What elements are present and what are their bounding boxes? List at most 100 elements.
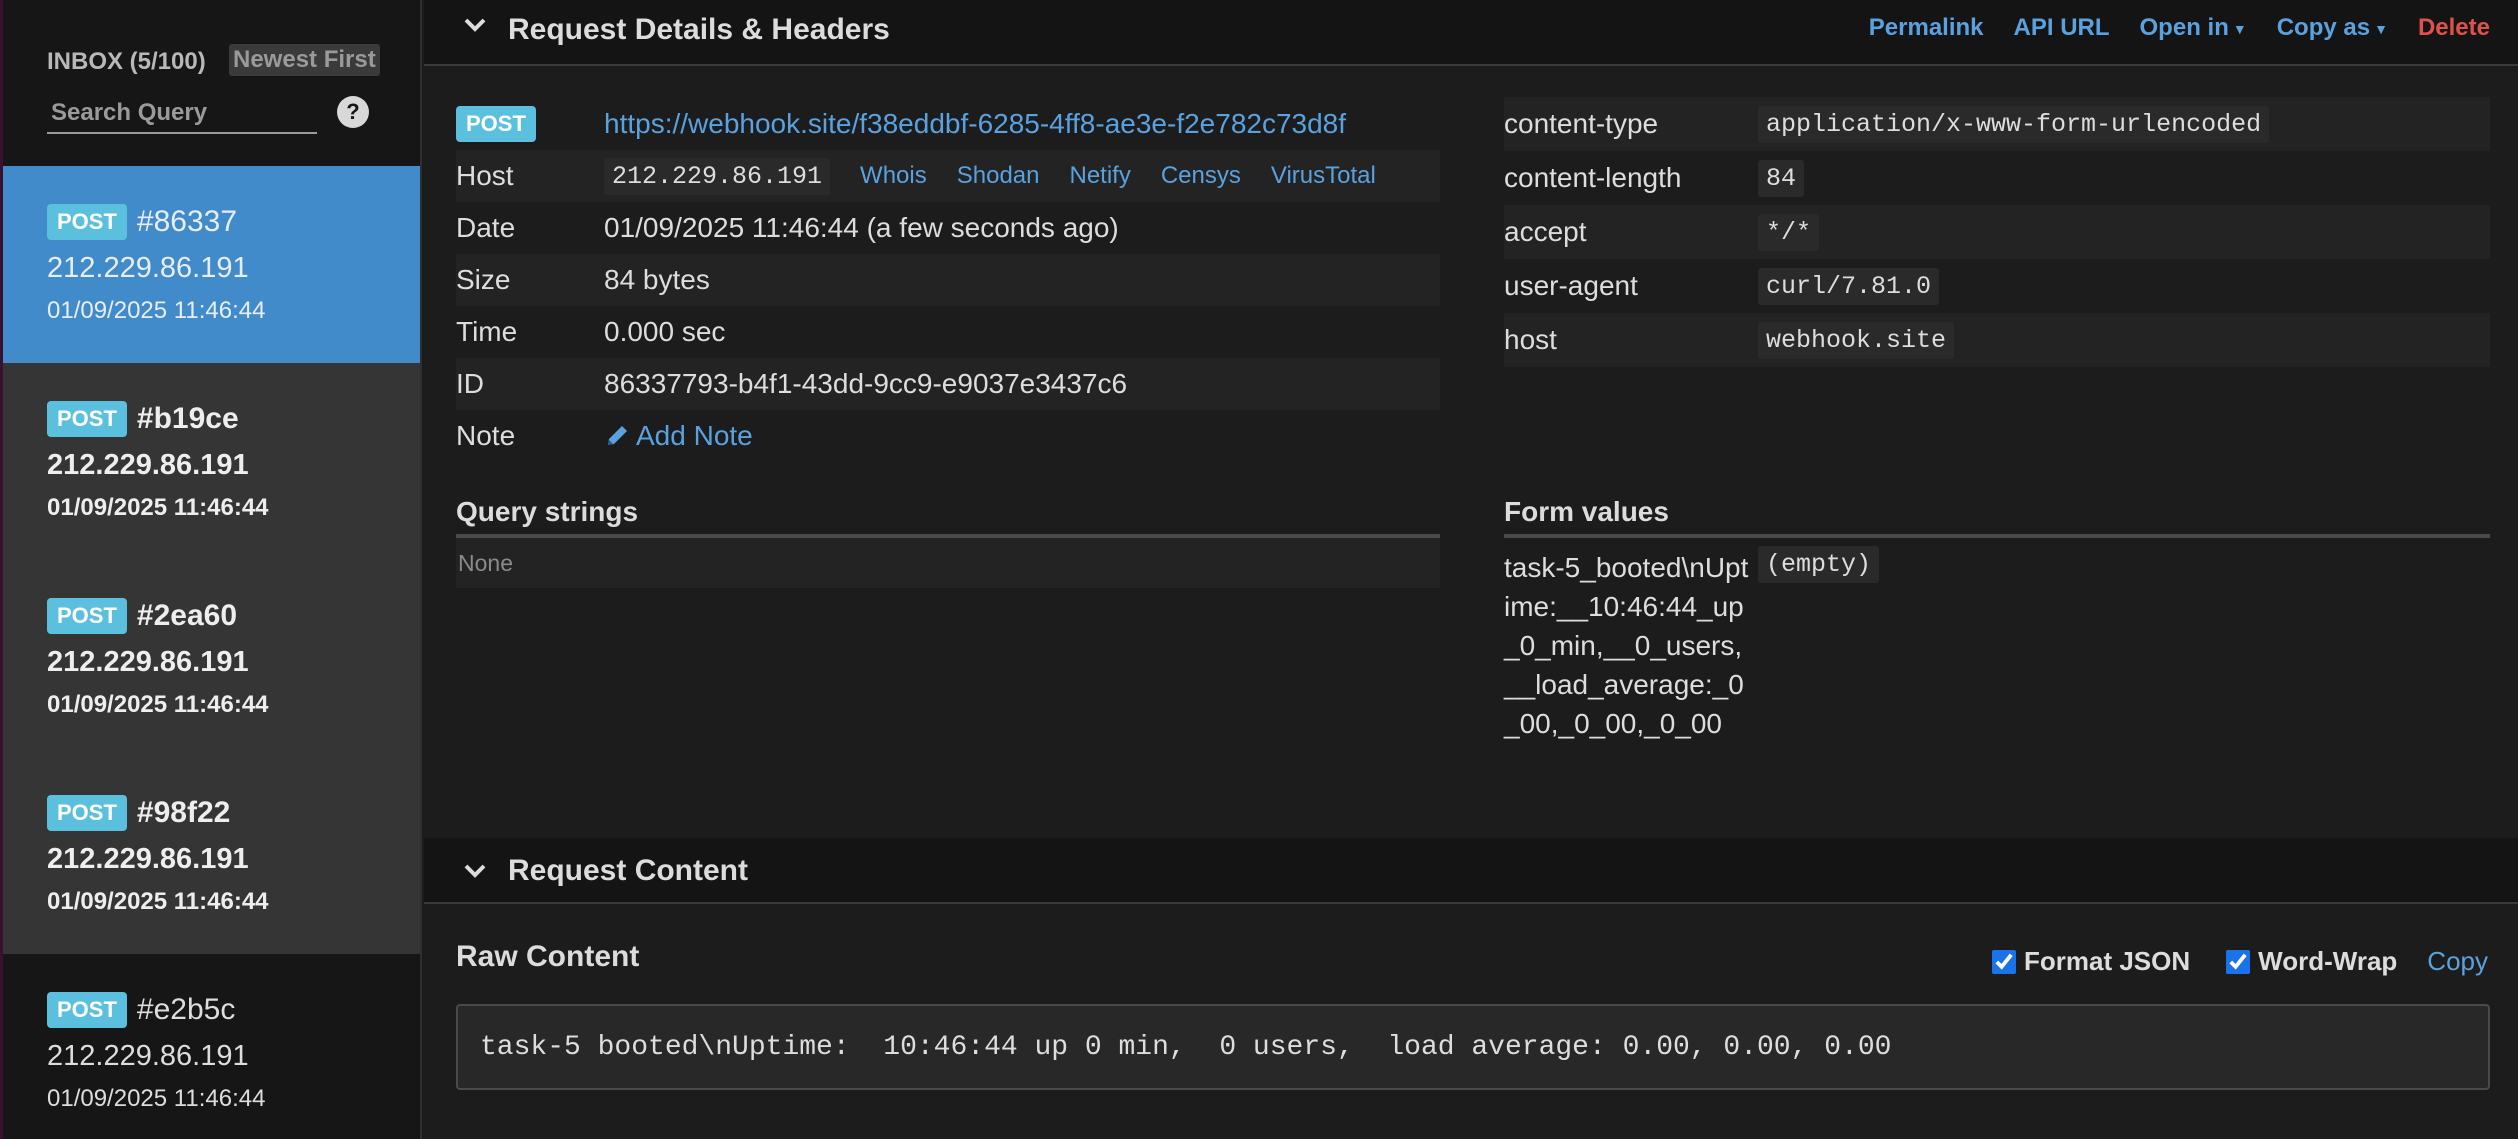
format-json-toggle[interactable]: Format JSON (1992, 946, 2190, 977)
copy-raw-button[interactable]: Copy (2427, 946, 2488, 977)
header-value: application/x-www-form-urlencoded (1758, 105, 2270, 143)
header-value: webhook.site (1758, 321, 1955, 359)
chevron-down-icon (464, 18, 486, 32)
permalink-link[interactable]: Permalink (1869, 14, 1984, 42)
query-strings-section: Query strings None (456, 496, 1440, 588)
date-label: Date (456, 212, 516, 243)
inbox-label: INBOX (5/100) (47, 48, 206, 75)
add-note-label: Add Note (636, 420, 753, 451)
header-row: host webhook.site (1504, 313, 2490, 367)
host-value: 212.229.86.191 (604, 157, 831, 195)
search-input[interactable] (47, 94, 317, 134)
caret-down-icon: ▼ (2232, 20, 2247, 37)
caret-down-icon: ▼ (2374, 20, 2388, 37)
netify-link[interactable]: Netify (1069, 162, 1130, 190)
header-row: user-agent curl/7.81.0 (1504, 259, 2490, 313)
open-in-label: Open in (2139, 14, 2229, 41)
add-note-button[interactable]: Add Note (604, 420, 753, 452)
request-date: 01/09/2025 11:46:44 (47, 1085, 266, 1112)
content-section-header[interactable]: Request Content (424, 838, 2518, 904)
virustotal-link[interactable]: VirusTotal (1271, 162, 1376, 190)
censys-link[interactable]: Censys (1161, 162, 1241, 190)
whois-link[interactable]: Whois (860, 162, 927, 190)
chevron-down-icon (464, 864, 486, 878)
method-badge: POST (47, 401, 127, 437)
header-row: content-type application/x-www-form-urlen… (1504, 97, 2490, 151)
top-actions: Permalink API URL Open in ▼ Copy as ▼ Dele… (1839, 14, 2490, 42)
note-label: Note (456, 420, 516, 451)
copy-as-dropdown[interactable]: Copy as ▼ (2277, 14, 2388, 42)
request-id: #2ea60 (136, 599, 238, 632)
host-label: Host (456, 160, 514, 191)
method-badge: POST (47, 598, 127, 634)
open-in-dropdown[interactable]: Open in ▼ (2140, 14, 2247, 42)
date-row: Date 01/09/2025 11:46:44 (a few seconds … (456, 202, 1440, 254)
size-row: Size 84 bytes (456, 254, 1440, 306)
request-line: POST #86337 (47, 200, 420, 244)
request-date: 01/09/2025 11:46:44 (47, 494, 269, 521)
request-url-link[interactable]: https://webhook.site/f38eddbf-6285-4ff8-… (604, 108, 1346, 140)
help-icon[interactable]: ? (337, 96, 369, 128)
request-list-item[interactable]: POST #e2b5c 212.229.86.191 01/09/2025 11:46… (3, 954, 420, 1139)
method-badge: POST (456, 106, 536, 142)
word-wrap-label: Word-Wrap (2258, 946, 2398, 976)
form-key: task-5_booted\nUptime:__10:46:44_up_0_mi… (1504, 552, 1749, 739)
request-date: 01/09/2025 11:46:44 (47, 691, 269, 718)
raw-content-controls: Format JSON Word-Wrap Copy (1956, 946, 2488, 977)
request-ip: 212.229.86.191 (47, 252, 249, 284)
details-section-title: Request Details & Headers (508, 13, 890, 46)
request-date: 01/09/2025 11:46:44 (47, 888, 269, 915)
size-label: Size (456, 264, 511, 295)
copy-as-label: Copy as (2276, 14, 2371, 41)
request-id: #86337 (136, 205, 238, 238)
request-date: 01/09/2025 11:46:44 (47, 297, 266, 324)
headers-table: content-type application/x-www-form-urlen… (1504, 97, 2490, 367)
request-list-item[interactable]: POST #86337 212.229.86.191 01/09/2025 11:46… (3, 166, 420, 363)
sidebar: INBOX (5/100) Newest First ? POST #86337 2… (0, 0, 422, 1139)
format-json-checkbox[interactable] (1992, 949, 2016, 974)
method-badge: POST (47, 795, 127, 831)
form-value: (empty) (1758, 546, 1880, 583)
id-value: 86337793-b4f1-43dd-9cc9-e9037e3437c6 (604, 368, 1128, 399)
request-list-item[interactable]: POST #b19ce 212.229.86.191 01/09/2025 11:46… (3, 363, 420, 560)
time-label: Time (456, 316, 518, 347)
time-row: Time 0.000 sec (456, 306, 1440, 358)
details-section-header[interactable]: Request Details & Headers Permalink API … (424, 0, 2518, 66)
method-badge: POST (47, 992, 127, 1028)
raw-content-title: Raw Content (456, 940, 640, 973)
id-label: ID (456, 368, 484, 399)
request-list-item[interactable]: POST #2ea60 212.229.86.191 01/09/2025 11:46… (3, 560, 420, 757)
shodan-link[interactable]: Shodan (957, 162, 1040, 190)
form-value-row: task-5_booted\nUptime:__10:46:44_up_0_mi… (1504, 546, 2490, 743)
request-ip: 212.229.86.191 (47, 843, 249, 875)
query-strings-title: Query strings (456, 496, 1440, 538)
header-row: accept */* (1504, 205, 2490, 259)
pencil-icon (608, 426, 627, 445)
request-details: POST https://webhook.site/f38eddbf-6285-… (456, 98, 1440, 462)
raw-content-box[interactable]: task-5 booted\nUptime: 10:46:44 up 0 min… (456, 1004, 2490, 1090)
request-ip: 212.229.86.191 (47, 1040, 249, 1072)
sort-toggle[interactable]: Newest First (229, 44, 380, 76)
request-line: POST #2ea60 (47, 594, 420, 638)
word-wrap-checkbox[interactable] (2226, 949, 2251, 974)
request-ip: 212.229.86.191 (47, 646, 249, 678)
size-value: 84 bytes (604, 264, 710, 295)
time-value: 0.000 sec (604, 316, 726, 347)
api-url-link[interactable]: API URL (2014, 14, 2110, 42)
header-key: content-length (1504, 162, 1682, 193)
delete-button[interactable]: Delete (2418, 14, 2490, 42)
header-value: 84 (1758, 159, 1805, 197)
request-list: POST #86337 212.229.86.191 01/09/2025 11:46… (3, 166, 420, 1139)
header-key: content-type (1504, 108, 1659, 139)
request-ip: 212.229.86.191 (47, 449, 249, 481)
host-row: Host 212.229.86.191 Whois Shodan Netify … (456, 150, 1440, 202)
request-id: #b19ce (136, 402, 239, 435)
host-value-cell: 212.229.86.191 Whois Shodan Netify Censy… (604, 157, 1376, 195)
method-badge: POST (47, 204, 127, 240)
request-id: #e2b5c (136, 993, 236, 1026)
header-key: user-agent (1504, 270, 1638, 301)
id-row: ID 86337793-b4f1-43dd-9cc9-e9037e3437c6 (456, 358, 1440, 410)
request-list-item[interactable]: POST #98f22 212.229.86.191 01/09/2025 11:46… (3, 757, 420, 954)
note-row: Note Add Note (456, 410, 1440, 462)
word-wrap-toggle[interactable]: Word-Wrap (2226, 946, 2397, 977)
